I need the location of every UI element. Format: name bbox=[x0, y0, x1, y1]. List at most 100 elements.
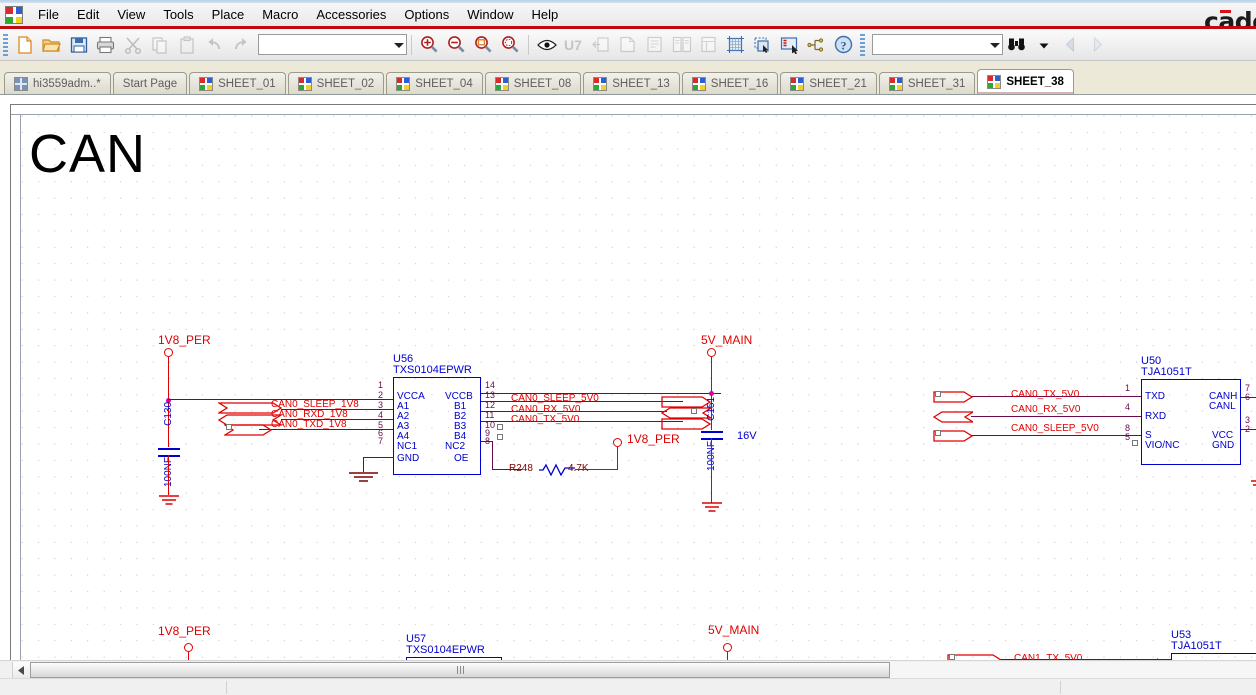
next-icon[interactable] bbox=[1084, 32, 1111, 58]
resistor-refdes-r248: R248 bbox=[509, 463, 533, 474]
svg-text:?: ? bbox=[841, 38, 847, 52]
area-select-icon[interactable] bbox=[749, 32, 776, 58]
wire-segment bbox=[727, 652, 729, 660]
capacitor-plate bbox=[158, 448, 180, 450]
pin-number: 13 bbox=[485, 390, 496, 400]
menu-item-file[interactable]: File bbox=[29, 5, 68, 24]
back-annotate-icon[interactable] bbox=[587, 32, 614, 58]
hierarchy-icon[interactable] bbox=[803, 32, 830, 58]
tab-label: SHEET_16 bbox=[710, 77, 769, 90]
find-binoculars-icon[interactable] bbox=[1003, 32, 1030, 58]
scroll-thumb-grip-icon bbox=[456, 666, 464, 674]
eye-visibility-icon[interactable] bbox=[533, 32, 560, 58]
schematic-sheet[interactable]: CAN 1V8_PER C130 100NF bbox=[10, 104, 1256, 660]
scrollbar-thumb[interactable] bbox=[30, 662, 890, 678]
ground-symbol bbox=[701, 501, 723, 519]
tab-project-hi3559adm[interactable]: hi3559adm..* bbox=[4, 72, 111, 94]
tab-sheet-02[interactable]: SHEET_02 bbox=[287, 72, 385, 94]
zoom-area-icon[interactable] bbox=[470, 32, 497, 58]
menu-item-window[interactable]: Window bbox=[458, 5, 522, 24]
tab-start-page[interactable]: Start Page bbox=[112, 72, 188, 94]
wire-to-port bbox=[617, 447, 619, 470]
pin-name-nc1: NC1 bbox=[397, 441, 418, 452]
menu-item-view[interactable]: View bbox=[108, 5, 154, 24]
tab-sheet-21[interactable]: SHEET_21 bbox=[780, 72, 877, 94]
print-icon[interactable] bbox=[92, 32, 119, 58]
menu-item-accessories[interactable]: Accessories bbox=[307, 5, 395, 24]
pin-number: 7 bbox=[378, 436, 384, 446]
menu-item-place[interactable]: Place bbox=[203, 5, 254, 24]
project-manager-icon[interactable] bbox=[776, 32, 803, 58]
new-icon[interactable] bbox=[11, 32, 38, 58]
zoom-out-icon[interactable] bbox=[443, 32, 470, 58]
find-combo[interactable] bbox=[872, 34, 1003, 55]
find-options-icon[interactable] bbox=[1030, 32, 1057, 58]
offpage-connector-can1-tx-5v0-u53[interactable] bbox=[947, 653, 1003, 660]
menu-item-help[interactable]: Help bbox=[522, 5, 567, 24]
previous-icon[interactable] bbox=[1057, 32, 1084, 58]
power-port-label-5vmain-bot: 5V_MAIN bbox=[708, 623, 760, 637]
snap-to-grid-icon[interactable] bbox=[722, 32, 749, 58]
tab-label: SHEET_08 bbox=[513, 77, 572, 90]
ground-symbol bbox=[348, 471, 379, 489]
menu-item-options[interactable]: Options bbox=[395, 5, 458, 24]
schematic-canvas[interactable]: CAN 1V8_PER C130 100NF bbox=[0, 95, 1256, 660]
tab-sheet-16[interactable]: SHEET_16 bbox=[681, 72, 779, 94]
copy-icon[interactable] bbox=[146, 32, 173, 58]
power-port-symbol-1v8per-top bbox=[164, 348, 173, 357]
chevron-down-icon[interactable] bbox=[990, 42, 1000, 48]
bill-of-materials-icon[interactable] bbox=[668, 32, 695, 58]
tab-sheet-38[interactable]: SHEET_38 bbox=[977, 69, 1074, 94]
tab-label: SHEET_01 bbox=[218, 77, 276, 90]
open-folder-icon[interactable] bbox=[38, 32, 65, 58]
toolbar-grip[interactable] bbox=[3, 33, 8, 56]
cut-scissors-icon[interactable] bbox=[119, 32, 146, 58]
part-body-u53[interactable] bbox=[1171, 653, 1256, 660]
part-name-u50: TJA1051T bbox=[1141, 366, 1192, 378]
net-label-can0-sleep-5v0: CAN0_SLEEP_5V0 bbox=[511, 393, 599, 404]
cross-reference-icon[interactable] bbox=[695, 32, 722, 58]
tab-label: SHEET_21 bbox=[809, 77, 867, 90]
offpage-connector-can0-rx-5v0-u50[interactable] bbox=[932, 410, 976, 428]
tab-sheet-08[interactable]: SHEET_08 bbox=[484, 72, 582, 94]
scrollbar-corner bbox=[0, 662, 13, 678]
find-input[interactable] bbox=[875, 36, 989, 53]
help-icon[interactable]: ? bbox=[830, 32, 857, 58]
project-file-icon bbox=[14, 76, 28, 91]
orcad-capture-logo-icon bbox=[5, 5, 23, 24]
paste-icon[interactable] bbox=[173, 32, 200, 58]
wire-r248-right bbox=[575, 469, 618, 471]
scroll-left-arrow-icon[interactable] bbox=[13, 662, 30, 678]
part-search-input[interactable] bbox=[261, 36, 393, 53]
menu-item-tools[interactable]: Tools bbox=[154, 5, 202, 24]
menu-item-edit[interactable]: Edit bbox=[68, 5, 108, 24]
pin-name-vio-nc: VIO/NC bbox=[1145, 440, 1180, 451]
schematic-page-icon bbox=[691, 76, 706, 91]
pin-name-txd: TXD bbox=[1145, 391, 1165, 402]
design-rules-check-icon[interactable] bbox=[614, 32, 641, 58]
scrollbar-track[interactable] bbox=[30, 662, 1256, 678]
zoom-in-icon[interactable] bbox=[416, 32, 443, 58]
chevron-down-icon[interactable] bbox=[394, 42, 404, 48]
menu-item-macro[interactable]: Macro bbox=[253, 5, 307, 24]
tab-sheet-31[interactable]: SHEET_31 bbox=[878, 72, 976, 94]
create-netlist-icon[interactable] bbox=[641, 32, 668, 58]
power-port-symbol-5vmain-bot bbox=[723, 643, 732, 652]
redo-icon[interactable] bbox=[227, 32, 254, 58]
undo-icon[interactable] bbox=[200, 32, 227, 58]
tab-sheet-13[interactable]: SHEET_13 bbox=[583, 72, 680, 94]
zoom-all-icon[interactable] bbox=[497, 32, 524, 58]
toolbar-grip-2[interactable] bbox=[860, 33, 865, 56]
horizontal-scrollbar[interactable] bbox=[0, 660, 1256, 679]
wire-gnd-u50 bbox=[1241, 429, 1256, 431]
ground-symbol bbox=[158, 494, 180, 512]
annotate-u7-icon[interactable]: U7 bbox=[560, 32, 587, 58]
nc-pin-square bbox=[497, 424, 503, 430]
save-icon[interactable] bbox=[65, 32, 92, 58]
schematic-page-icon bbox=[790, 76, 805, 91]
tab-sheet-01[interactable]: SHEET_01 bbox=[189, 72, 286, 94]
tab-sheet-04[interactable]: SHEET_04 bbox=[386, 72, 483, 94]
tab-label: SHEET_38 bbox=[1006, 76, 1064, 88]
power-port-label-1v8per-top: 1V8_PER bbox=[158, 333, 211, 347]
part-search-combo[interactable] bbox=[258, 34, 407, 55]
